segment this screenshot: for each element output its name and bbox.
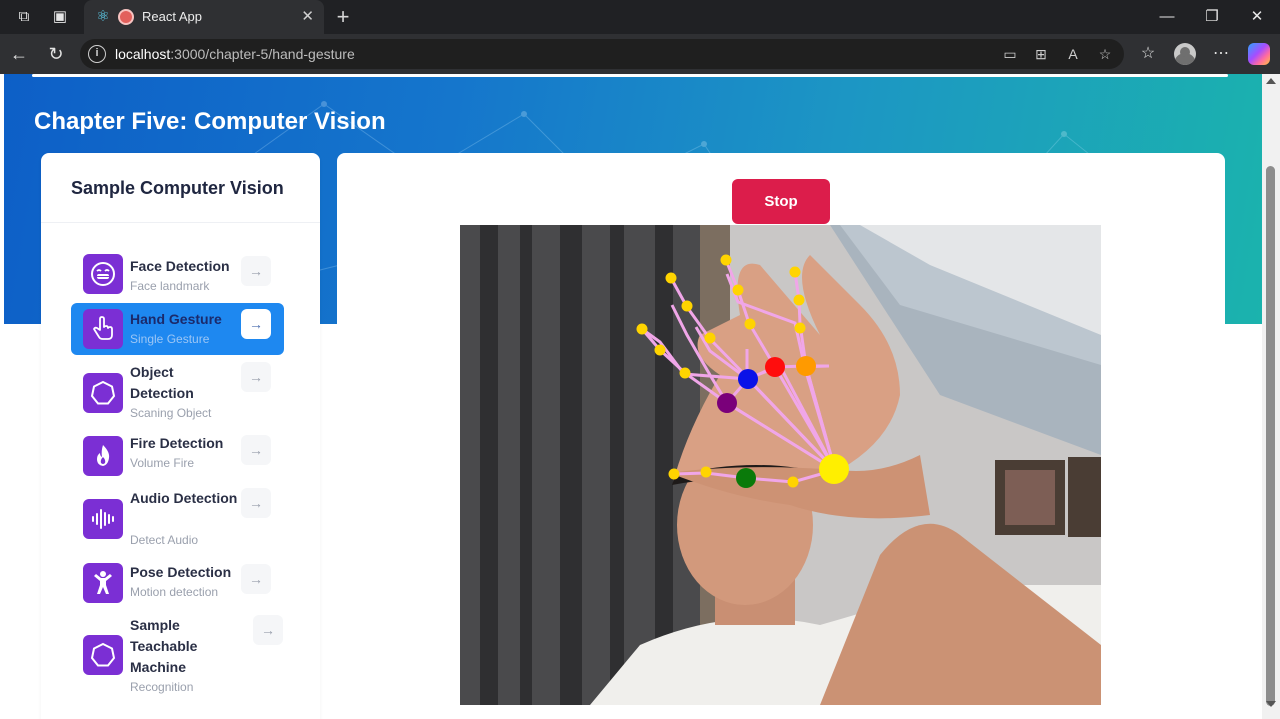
sidebar-item-label: Object Detection xyxy=(130,364,194,401)
page-scrollbar[interactable] xyxy=(1262,74,1280,719)
restore-button[interactable]: ❐ xyxy=(1201,6,1223,28)
sidebar-item-sublabel: Recognition xyxy=(130,680,194,694)
stop-button[interactable]: Stop xyxy=(732,179,830,224)
copilot-icon[interactable] xyxy=(1248,43,1270,65)
more-menu-icon[interactable]: ⋯ xyxy=(1210,43,1232,65)
arrow-right-icon[interactable]: → xyxy=(241,309,271,339)
arrow-right-icon[interactable]: → xyxy=(241,362,271,392)
tab-actions-icon[interactable]: ▣ xyxy=(50,7,70,27)
hand-pointer-icon xyxy=(83,309,123,349)
page-title: Chapter Five: Computer Vision xyxy=(34,108,386,135)
sidebar-item-teachable-machine[interactable]: Sample Teachable Machine Recognition → xyxy=(71,615,284,700)
heptagon-icon xyxy=(83,635,123,675)
sidebar-item-hand-gesture[interactable]: Hand Gesture Single Gesture → xyxy=(71,303,284,355)
arrow-right-icon[interactable]: → xyxy=(241,564,271,594)
sidebar-item-sublabel: Volume Fire xyxy=(130,456,195,470)
sidebar-divider xyxy=(41,222,320,223)
scrollbar-thumb[interactable] xyxy=(1266,166,1275,706)
sidebar-item-label: Audio Detection xyxy=(130,490,238,506)
workspaces-icon[interactable]: ⧉ xyxy=(14,7,34,27)
back-button[interactable]: ← xyxy=(8,43,30,65)
sidebar: Sample Computer Vision Face Detection Fa… xyxy=(41,153,320,719)
smile-icon xyxy=(83,254,123,294)
person-icon xyxy=(83,563,123,603)
arrow-right-icon[interactable]: → xyxy=(241,435,271,465)
sidebar-item-sublabel: Scaning Object xyxy=(130,406,212,420)
fire-icon xyxy=(83,436,123,476)
profile-avatar[interactable] xyxy=(1174,43,1196,65)
scroll-up-arrow-icon[interactable] xyxy=(1266,78,1276,84)
sidebar-item-sublabel: Detect Audio xyxy=(130,533,199,547)
refresh-button[interactable]: ↻ xyxy=(45,43,67,65)
app-available-icon[interactable]: ⊞ xyxy=(1031,44,1051,64)
favorites-icon[interactable]: ☆ xyxy=(1137,43,1159,65)
close-tab-icon[interactable]: ✕ xyxy=(301,7,314,25)
sidebar-item-fire-detection[interactable]: Fire Detection Volume Fire → xyxy=(71,433,284,481)
scroll-down-arrow-icon[interactable] xyxy=(1266,701,1276,707)
sidebar-title: Sample Computer Vision xyxy=(71,178,284,198)
sidebar-item-label: Hand Gesture xyxy=(130,311,222,327)
close-window-button[interactable]: ✕ xyxy=(1246,6,1268,28)
address-bar[interactable]: i localhost:3000/chapter-5/hand-gesture … xyxy=(80,39,1124,69)
header-bar-edge xyxy=(32,74,1228,77)
arrow-right-icon[interactable]: → xyxy=(241,488,271,518)
url-text[interactable]: localhost:3000/chapter-5/hand-gesture xyxy=(115,46,355,62)
recording-indicator-icon xyxy=(118,9,134,25)
sidebar-item-face-detection[interactable]: Face Detection Face landmark → xyxy=(71,250,284,298)
sidebar-item-object-detection[interactable]: Object Detection Scaning Object → xyxy=(71,361,284,425)
tab-title: React App xyxy=(142,9,202,24)
sidebar-item-label: Fire Detection xyxy=(130,435,224,451)
main-content-card: Stop xyxy=(337,153,1225,719)
arrow-right-icon[interactable]: → xyxy=(241,256,271,286)
browser-titlebar: ⧉ ▣ ⚛ React App ✕ + — ❐ ✕ xyxy=(0,0,1280,34)
react-logo-icon: ⚛ xyxy=(96,8,110,25)
sidebar-item-sublabel: Face landmark xyxy=(130,279,210,293)
new-tab-button[interactable]: + xyxy=(332,4,354,30)
heptagon-icon xyxy=(83,373,123,413)
browser-tab[interactable]: ⚛ React App ✕ xyxy=(84,0,324,34)
sidebar-item-label: Pose Detection xyxy=(130,564,232,580)
sidebar-item-sublabel: Single Gesture xyxy=(130,332,210,346)
webcam-video-feed xyxy=(460,225,1101,705)
sidebar-item-sublabel: Motion detection xyxy=(130,585,219,599)
minimize-button[interactable]: — xyxy=(1156,6,1178,28)
audio-wave-icon xyxy=(83,499,123,539)
sidebar-item-audio-detection[interactable]: Audio Detection Detect Audio → xyxy=(71,488,284,552)
browser-toolbar: ← ↻ i localhost:3000/chapter-5/hand-gest… xyxy=(0,34,1280,74)
hand-landmark-overlay xyxy=(460,225,1101,705)
camera-in-use-icon[interactable]: ▭ xyxy=(1000,44,1020,64)
favorite-star-icon[interactable]: ☆ xyxy=(1095,44,1115,64)
sidebar-item-label: Sample Teachable Machine xyxy=(130,617,198,675)
sidebar-item-pose-detection[interactable]: Pose Detection Motion detection → xyxy=(71,562,284,610)
site-info-icon[interactable]: i xyxy=(88,45,106,63)
read-aloud-icon[interactable]: A xyxy=(1063,44,1083,64)
arrow-right-icon[interactable]: → xyxy=(253,615,283,645)
sidebar-item-label: Face Detection xyxy=(130,258,230,274)
page-viewport: Chapter Five: Computer Vision Sample Com… xyxy=(0,74,1262,719)
